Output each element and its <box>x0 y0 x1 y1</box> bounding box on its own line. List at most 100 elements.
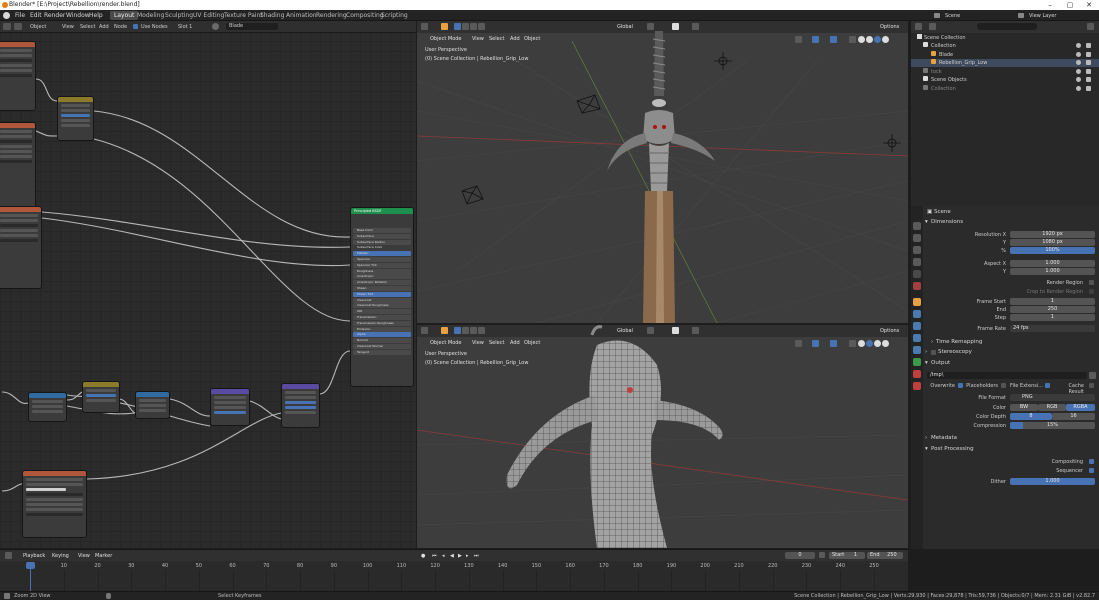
texture-tab-icon[interactable] <box>913 382 921 390</box>
render-visibility-icon[interactable] <box>1086 68 1091 74</box>
dither-field[interactable]: 1.000 <box>1010 478 1095 485</box>
filter-icon[interactable] <box>1087 23 1094 30</box>
stereoscopy-section[interactable]: Stereoscopy <box>938 349 972 355</box>
principled-input-row[interactable]: Sheen Tint <box>353 291 411 297</box>
principled-input-row[interactable]: IOR <box>353 309 411 315</box>
metadata-section[interactable]: Metadata <box>931 435 957 441</box>
render-tab-icon[interactable] <box>913 234 921 242</box>
render-region-checkbox[interactable] <box>1089 280 1094 285</box>
menu-render[interactable]: Render <box>44 12 65 19</box>
time-remapping-section[interactable]: Time Remapping <box>936 339 982 345</box>
outliner-row[interactable]: Scene Objects <box>911 76 1099 84</box>
visibility-eye-icon[interactable] <box>1076 77 1081 82</box>
principled-input-row[interactable]: Anisotropic Rotation <box>353 280 411 286</box>
outliner-scene-collection[interactable]: Scene Collection <box>911 34 1099 42</box>
color-bw-option[interactable]: BW <box>1010 404 1038 411</box>
principled-input-row[interactable]: Emission <box>353 326 411 332</box>
principled-input-row[interactable]: Tangent <box>353 349 411 355</box>
chevron-right-icon[interactable]: › <box>931 339 933 345</box>
shader-node-editor[interactable]: Object View Select Add Node Use Nodes Sl… <box>0 21 416 548</box>
file-format-dropdown[interactable]: PNG <box>1010 394 1095 401</box>
principled-input-row[interactable]: Base Color <box>353 228 411 233</box>
principled-input-row[interactable]: Sheen <box>353 285 411 291</box>
scene-selector[interactable]: Scene <box>945 13 960 19</box>
output-path-input[interactable]: /tmp\ <box>927 372 1087 379</box>
resolution-x-field[interactable]: 1920 px <box>1010 231 1095 238</box>
principled-input-row[interactable]: Clearcoat Normal <box>353 343 411 349</box>
aspect-x-field[interactable]: 1.000 <box>1010 260 1095 267</box>
node-separate-xyz[interactable] <box>28 392 67 422</box>
principled-input-row[interactable]: Subsurface Color <box>353 245 411 251</box>
timeline-ruler[interactable]: 0102030405060708090100110120130140150160… <box>0 550 908 592</box>
chevron-right-icon[interactable]: › <box>925 349 927 355</box>
modifier-tab-icon[interactable] <box>913 310 921 318</box>
close-button[interactable]: ✕ <box>1079 0 1099 10</box>
frame-start-field[interactable]: 1 <box>1010 298 1095 305</box>
principled-input-row[interactable]: Specular Tint <box>353 262 411 268</box>
view-layer-selector[interactable]: View Layer <box>1029 13 1056 19</box>
maximize-button[interactable]: ▢ <box>1060 0 1080 10</box>
crop-region-checkbox[interactable] <box>1089 289 1094 294</box>
timeline-panel[interactable]: Playback Keying View Marker ● ⏮ ◂ ◀ ▶ ▸ … <box>0 549 908 591</box>
aspect-y-field[interactable]: 1.000 <box>1010 268 1095 275</box>
data-tab-icon[interactable] <box>913 358 921 366</box>
outliner-row[interactable]: Blade <box>911 50 1099 59</box>
principled-input-row[interactable]: Metallic <box>353 251 411 257</box>
visibility-eye-icon[interactable] <box>1076 60 1081 65</box>
visibility-eye-icon[interactable] <box>1076 68 1081 74</box>
menu-file[interactable]: File <box>15 12 25 19</box>
playhead-marker[interactable] <box>26 562 35 569</box>
node-principled-bsdf[interactable]: Principled BSDF Base Color Subsurface Subsu… <box>350 207 414 387</box>
node-image-texture-3[interactable] <box>0 206 42 289</box>
tool-tab-icon[interactable] <box>913 222 921 230</box>
node-mapping[interactable] <box>57 96 94 141</box>
world-tab-icon[interactable] <box>913 282 921 290</box>
minimize-button[interactable]: – <box>1040 0 1060 10</box>
object-tab-icon[interactable] <box>913 298 921 306</box>
principled-input-row[interactable]: Transmission Roughness <box>353 320 411 326</box>
render-visibility-icon[interactable] <box>1086 85 1091 91</box>
color-rgb-option[interactable]: RGB <box>1038 404 1066 411</box>
outliner-search-input[interactable] <box>977 23 1037 30</box>
chevron-down-icon[interactable]: ▾ <box>925 219 928 225</box>
principled-input-row[interactable]: Normal <box>353 338 411 344</box>
folder-icon[interactable] <box>1089 372 1096 379</box>
node-combine-xyz[interactable] <box>135 391 170 419</box>
blender-menu-icon[interactable] <box>3 12 10 19</box>
render-visibility-icon[interactable] <box>1086 43 1091 48</box>
menu-help[interactable]: Help <box>89 12 103 19</box>
visibility-eye-icon[interactable] <box>1076 85 1081 91</box>
post-processing-section[interactable]: Post Processing <box>931 446 974 452</box>
frame-rate-dropdown[interactable]: 24 fps <box>1010 325 1095 332</box>
viewport-top[interactable]: Global Options Object Mode View Select A… <box>417 21 908 323</box>
cache-result-checkbox[interactable] <box>1089 383 1094 388</box>
principled-input-row[interactable]: Specular <box>353 256 411 262</box>
display-mode-icon[interactable] <box>929 23 936 30</box>
principled-input-row[interactable]: Subsurface Radius <box>353 239 411 245</box>
material-tab-icon[interactable] <box>913 370 921 378</box>
resolution-y-field[interactable]: 1080 px <box>1010 239 1095 246</box>
stereoscopy-checkbox[interactable] <box>931 350 936 355</box>
overwrite-checkbox[interactable] <box>958 383 963 388</box>
compositing-checkbox[interactable] <box>1089 459 1094 464</box>
principled-input-row[interactable]: Clearcoat <box>353 297 411 303</box>
node-blade-grip-height[interactable] <box>22 470 87 538</box>
outliner-row[interactable]: tock <box>911 67 1099 76</box>
principled-input-row[interactable]: Roughness <box>353 268 411 274</box>
chevron-down-icon[interactable]: ▾ <box>925 446 928 452</box>
menu-edit[interactable]: Edit <box>30 12 42 19</box>
properties-panel[interactable]: ▣ Scene ▾ Dimensions Resolution X 1920 p… <box>911 206 1099 549</box>
scene-tab-icon[interactable] <box>913 270 921 278</box>
view-layer-tab-icon[interactable] <box>913 258 921 266</box>
outliner-row[interactable]: Rebellion_Grip_Low <box>911 59 1099 67</box>
output-section-header[interactable]: Output <box>931 360 950 366</box>
particles-tab-icon[interactable] <box>913 322 921 330</box>
frame-step-field[interactable]: 1 <box>1010 314 1095 321</box>
visibility-eye-icon[interactable] <box>1076 51 1081 57</box>
outliner-row[interactable]: Collection <box>911 42 1099 50</box>
compression-slider[interactable]: 15% <box>1010 422 1095 429</box>
principled-input-row[interactable]: Alpha <box>353 332 411 338</box>
node-math[interactable] <box>82 381 120 413</box>
node-image-texture-2[interactable] <box>0 122 36 210</box>
frame-end-field[interactable]: 250 <box>1010 306 1095 313</box>
